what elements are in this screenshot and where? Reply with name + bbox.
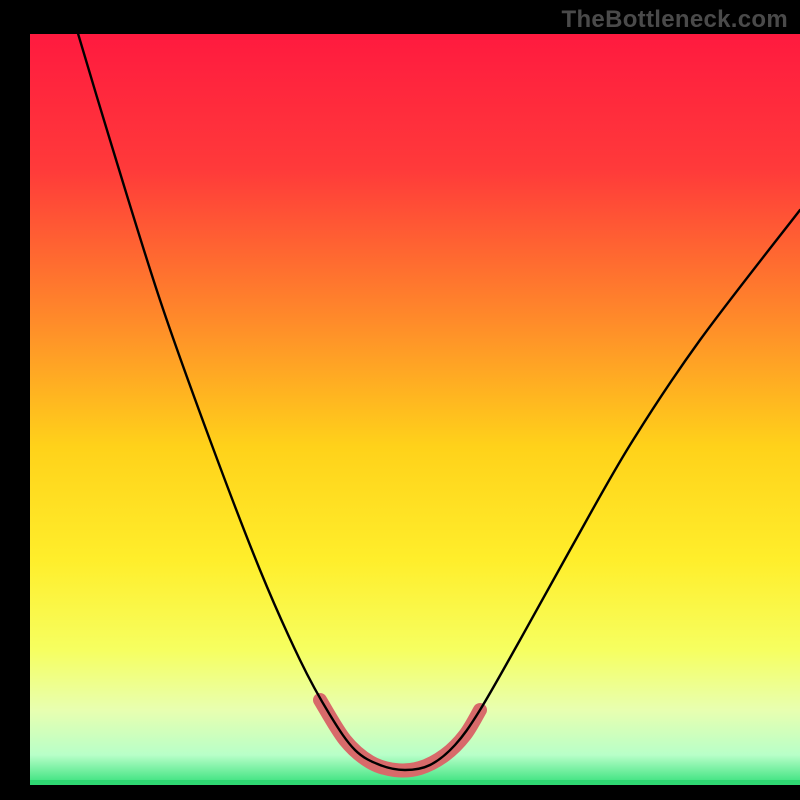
watermark-text: TheBottleneck.com bbox=[562, 6, 788, 34]
bottleneck-chart bbox=[0, 0, 800, 800]
gradient-background bbox=[30, 34, 800, 785]
green-floor bbox=[30, 780, 800, 785]
chart-stage: TheBottleneck.com bbox=[0, 0, 800, 800]
